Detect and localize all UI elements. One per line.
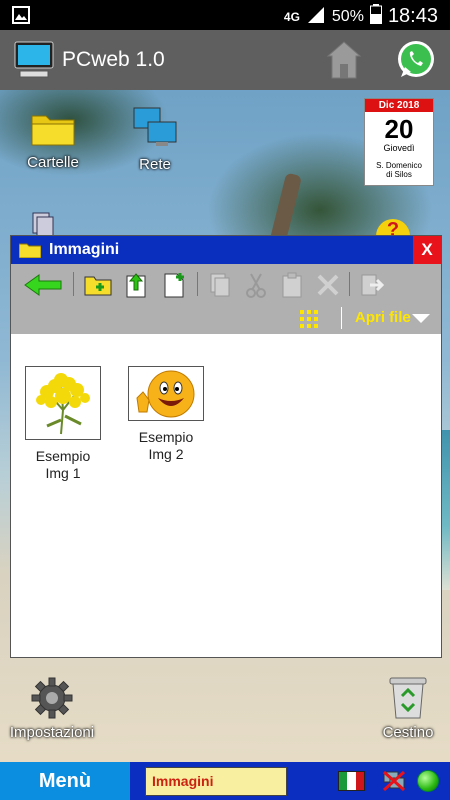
smiley-thumbnail: [128, 366, 204, 421]
delete-icon[interactable]: [313, 270, 343, 300]
calendar-weekday: Giovedì: [383, 143, 415, 153]
file-name-line2: Img 2: [148, 446, 184, 462]
file-item[interactable]: Esempio Img 1: [18, 366, 108, 482]
taskbar-window-button[interactable]: Immagini: [145, 767, 287, 796]
file-name: Esempio Img 2: [121, 429, 211, 463]
connection-status-icon[interactable]: [417, 770, 439, 792]
gear-icon: [30, 677, 74, 724]
file-name-line2: Img 1: [45, 465, 81, 481]
grid-view-icon[interactable]: [299, 309, 319, 334]
calendar-saint-line1: S. Domenico: [376, 161, 422, 170]
file-name: Esempio Img 1: [18, 448, 108, 482]
new-folder-icon[interactable]: [83, 270, 113, 300]
taskbar: Menù Immagini: [0, 762, 450, 800]
paste-icon[interactable]: [277, 270, 307, 300]
toolbar-separator: [341, 307, 342, 329]
home-icon[interactable]: [326, 40, 362, 85]
toolbar-row-2: Apri file: [11, 305, 441, 331]
menu-button[interactable]: Menù: [0, 762, 130, 800]
status-bar: 4G 50% 18:43: [0, 0, 450, 30]
whatsapp-icon[interactable]: [395, 39, 437, 86]
open-file-button[interactable]: Apri file: [355, 309, 411, 326]
desktop-icon-rete[interactable]: Rete: [124, 106, 186, 173]
toolbar-separator: [73, 272, 74, 296]
close-button[interactable]: X: [413, 236, 441, 264]
network-disconnected-icon[interactable]: [382, 770, 406, 797]
calendar-saint-line2: di Silos: [386, 170, 412, 179]
clock: 18:43: [387, 5, 438, 27]
file-item[interactable]: Esempio Img 2: [121, 366, 211, 463]
cut-icon[interactable]: [241, 270, 271, 300]
desktop-icon-label: Impostazioni: [9, 724, 95, 741]
file-name-line1: Esempio: [138, 429, 194, 445]
network-icon: [132, 107, 178, 152]
calendar-widget[interactable]: Dic 2018 20 Giovedì S. Domenico di Silos: [364, 98, 434, 186]
desktop-icon-impostazioni[interactable]: Impostazioni: [6, 676, 98, 741]
new-file-icon[interactable]: [159, 270, 189, 300]
desktop-icon-cartelle[interactable]: Cartelle: [22, 110, 84, 171]
copy-icon[interactable]: [205, 270, 235, 300]
computer-icon: [14, 41, 54, 84]
desktop-icon-label: Rete: [139, 156, 171, 173]
app-title: PCweb 1.0: [62, 48, 165, 71]
back-arrow-icon[interactable]: [23, 270, 63, 300]
toolbar-separator: [197, 272, 198, 296]
mimosa-thumbnail: [25, 366, 101, 440]
network-type: 4G: [283, 9, 300, 24]
battery-level: 50%: [331, 7, 364, 25]
window-title-bar[interactable]: Immagini X: [11, 236, 441, 264]
gallery-notification-icon: [12, 6, 30, 29]
desktop-icon-label: Cartelle: [27, 154, 79, 171]
recycle-bin-icon: [388, 677, 428, 724]
folder-icon: [18, 242, 42, 263]
calendar-month: Dic 2018: [365, 99, 433, 112]
folder-icon: [31, 115, 75, 150]
app-header: PCweb 1.0: [0, 30, 450, 90]
file-name-line1: Esempio: [35, 448, 91, 464]
desktop-icon-cestino[interactable]: Cestino: [376, 676, 440, 741]
chevron-down-icon[interactable]: [412, 314, 430, 323]
signal-icon: [306, 5, 326, 28]
toolbar: Apri file: [11, 264, 441, 334]
battery-icon: [369, 4, 382, 29]
italian-flag-icon[interactable]: [338, 771, 365, 791]
toolbar-separator: [349, 272, 350, 296]
upload-file-icon[interactable]: [121, 270, 151, 300]
desktop-icon-label: Cestino: [382, 724, 434, 741]
window-title: Immagini: [49, 241, 120, 258]
file-manager-window: Immagini X Apri file Esempio Img 1 Esemp…: [10, 235, 442, 658]
calendar-saint: S. Domenico di Silos: [365, 161, 433, 179]
rename-icon[interactable]: [357, 270, 387, 300]
calendar-day: 20: [384, 114, 414, 144]
